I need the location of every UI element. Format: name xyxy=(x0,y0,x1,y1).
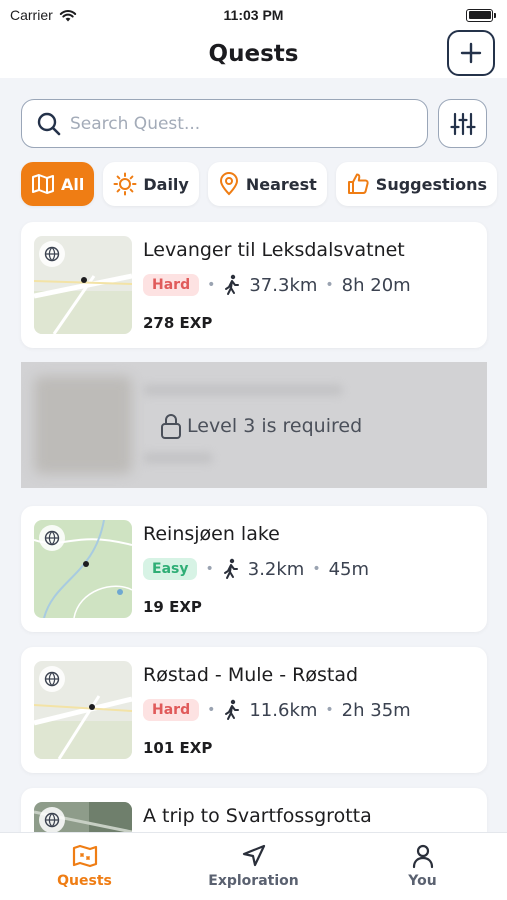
plus-icon xyxy=(460,42,482,64)
globe-icon xyxy=(39,807,65,833)
tab-label: Quests xyxy=(57,873,112,889)
tab-quests[interactable]: Quests xyxy=(15,843,155,889)
quest-duration: 8h 20m xyxy=(341,274,411,296)
quest-duration: 2h 35m xyxy=(341,699,411,721)
quest-meta: Easy • 3.2km • 45m xyxy=(143,558,369,580)
quest-distance: 37.3km xyxy=(249,274,318,296)
map-icon xyxy=(32,174,54,194)
quest-exp: 101 EXP xyxy=(143,739,213,757)
quest-map-thumbnail xyxy=(34,236,132,334)
sliders-icon xyxy=(449,112,476,135)
tab-bar: Quests Exploration You xyxy=(0,832,507,900)
quest-title: Røstad - Mule - Røstad xyxy=(143,664,359,686)
page-title: Quests xyxy=(208,41,299,67)
quest-title: Reinsjøen lake xyxy=(143,523,280,545)
header: Quests xyxy=(0,30,507,78)
tab-exploration[interactable]: Exploration xyxy=(184,843,324,889)
battery-icon xyxy=(466,8,496,22)
status-bar: Carrier 11:03 PM xyxy=(0,0,507,30)
quest-card[interactable]: Levanger til Leksdalsvatnet Hard • 37.3k… xyxy=(21,222,487,348)
globe-icon xyxy=(39,525,65,551)
lock-message: Level 3 is required xyxy=(159,412,362,440)
tab-label: You xyxy=(408,873,437,889)
quest-distance: 3.2km xyxy=(247,558,305,580)
difficulty-badge: Hard xyxy=(143,699,200,721)
filter-chips: All Daily Nearest Suggestions xyxy=(21,162,498,206)
quest-duration: 45m xyxy=(328,558,370,580)
person-icon xyxy=(412,844,433,869)
locked-quest-card[interactable]: Level 3 is required xyxy=(21,362,487,488)
walking-icon xyxy=(225,274,240,295)
quest-title: Levanger til Leksdalsvatnet xyxy=(143,239,405,261)
quest-map-thumbnail xyxy=(34,661,132,759)
tab-label: Exploration xyxy=(208,873,299,889)
walking-icon xyxy=(225,699,240,720)
filter-chip-suggestions[interactable]: Suggestions xyxy=(335,162,498,206)
quest-meta: Hard • 11.6km • 2h 35m xyxy=(143,699,411,721)
filter-chip-all[interactable]: All xyxy=(21,162,95,206)
walking-icon xyxy=(223,558,238,579)
navigation-arrow-icon xyxy=(242,844,265,867)
quest-title: A trip to Svartfossgrotta xyxy=(143,805,372,827)
globe-icon xyxy=(39,241,65,267)
difficulty-badge: Easy xyxy=(143,558,198,580)
add-quest-button[interactable] xyxy=(447,30,495,76)
wifi-icon xyxy=(59,9,76,21)
tab-you[interactable]: You xyxy=(353,843,493,889)
location-pin-icon xyxy=(219,172,238,196)
filter-chip-label: Daily xyxy=(143,174,189,194)
quest-exp: 278 EXP xyxy=(143,314,213,332)
thumbs-up-icon xyxy=(347,173,369,194)
carrier-label: Carrier xyxy=(10,7,53,23)
quest-map-thumbnail xyxy=(34,520,132,618)
search-icon xyxy=(37,112,61,135)
filter-chip-label: Suggestions xyxy=(375,174,488,194)
quest-distance: 11.6km xyxy=(249,699,318,721)
filter-chip-label: All xyxy=(61,174,85,194)
quest-meta: Hard • 37.3km • 8h 20m xyxy=(143,274,411,296)
filter-settings-button[interactable] xyxy=(438,99,487,148)
filter-chip-label: Nearest xyxy=(245,174,317,194)
filter-chip-nearest[interactable]: Nearest xyxy=(207,162,327,206)
search-row xyxy=(21,99,488,149)
search-input[interactable] xyxy=(70,113,390,134)
quest-exp: 19 EXP xyxy=(143,598,202,616)
lock-icon xyxy=(161,414,181,439)
search-box[interactable] xyxy=(21,99,428,148)
sun-icon xyxy=(113,172,137,196)
difficulty-badge: Hard xyxy=(143,274,200,296)
quest-card[interactable]: Røstad - Mule - Røstad Hard • 11.6km • 2… xyxy=(21,647,487,773)
lock-message-text: Level 3 is required xyxy=(187,415,363,437)
globe-icon xyxy=(39,666,65,692)
quest-card[interactable]: Reinsjøen lake Easy • 3.2km • 45m 19 EXP xyxy=(21,506,487,632)
quests-map-icon xyxy=(72,844,97,868)
filter-chip-daily[interactable]: Daily xyxy=(103,162,199,206)
